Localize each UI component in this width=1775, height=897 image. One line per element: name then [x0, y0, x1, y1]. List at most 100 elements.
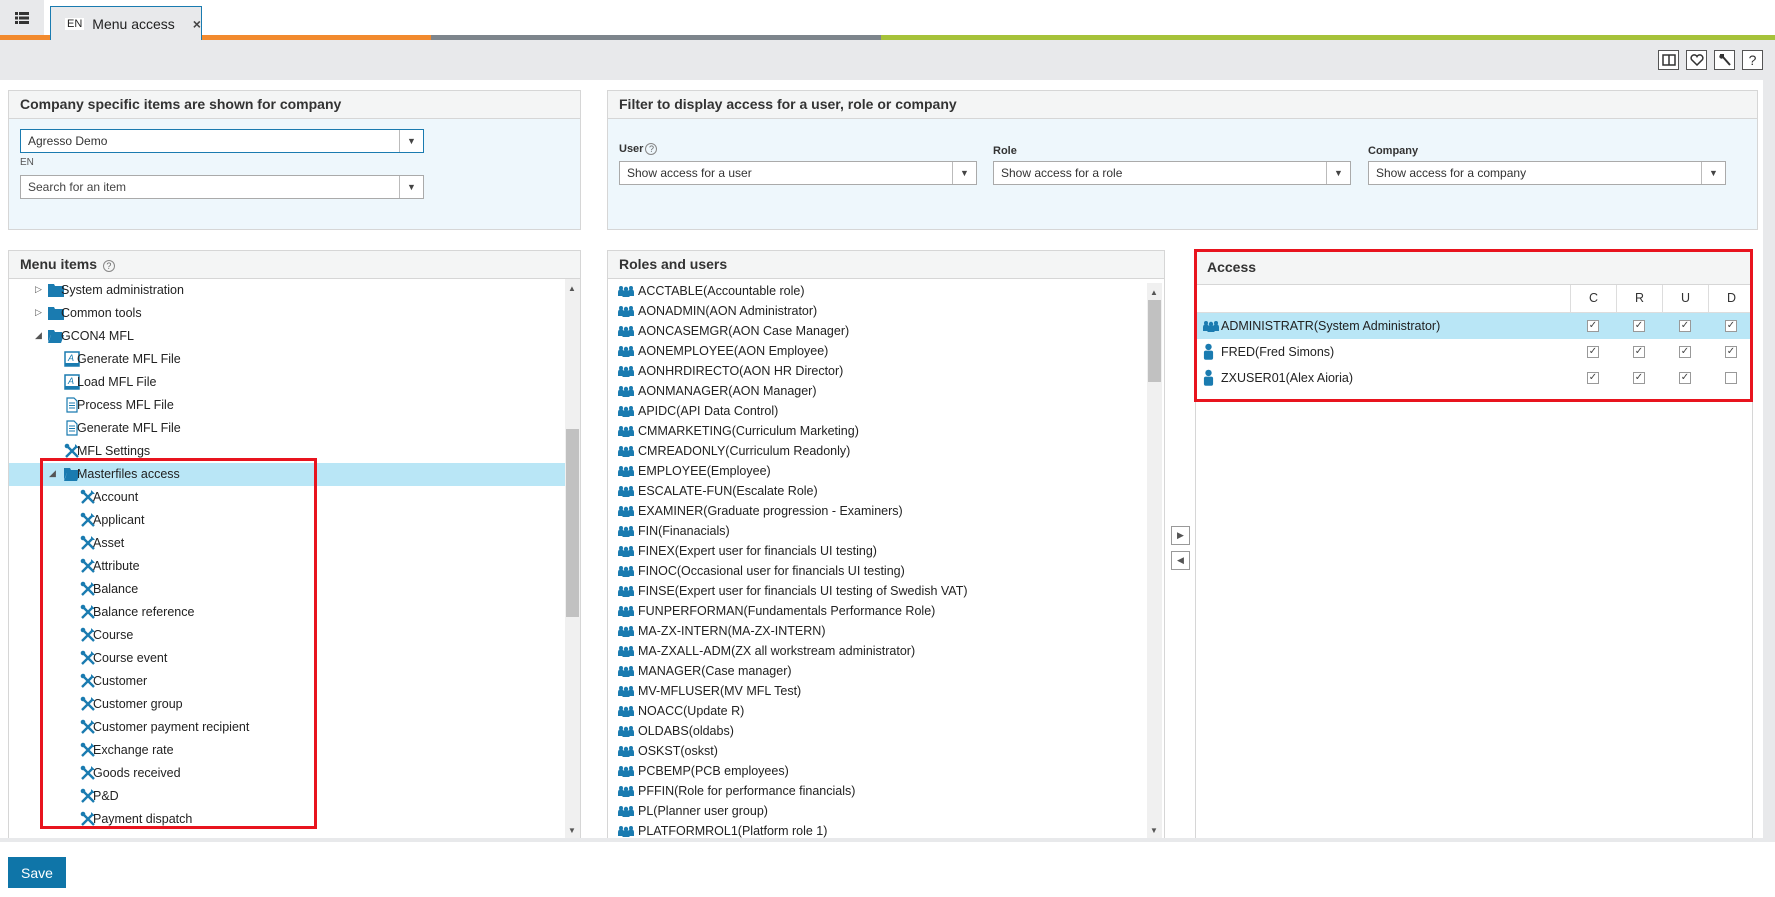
role-list-item[interactable]: NOACC(Update R) [618, 701, 744, 721]
role-list-item[interactable]: ESCALATE-FUN(Escalate Role) [618, 481, 818, 501]
role-select[interactable]: Show access for a role ▼ [993, 161, 1351, 185]
company-filter-select[interactable]: Show access for a company ▼ [1368, 161, 1726, 185]
tree-item[interactable]: A Generate MFL File [9, 348, 565, 371]
role-list-item[interactable]: FINOC(Occasional user for financials UI … [618, 561, 905, 581]
chevron-down-icon[interactable]: ▼ [399, 130, 423, 152]
roles-scrollbar[interactable]: ▲ ▼ [1147, 283, 1162, 839]
access-row[interactable]: ZXUSER01(Alex Aioria) ✓ ✓ ✓ [1197, 365, 1753, 391]
role-list-item[interactable]: FIN(Finanacials) [618, 521, 730, 541]
chevron-down-icon[interactable]: ▼ [952, 162, 976, 184]
add-access-button[interactable]: ▶ [1171, 526, 1190, 545]
tree-item[interactable]: ▷ System administration [9, 279, 565, 302]
permission-checkbox-c[interactable]: ✓ [1587, 320, 1599, 332]
tree-item[interactable]: Balance [9, 578, 565, 601]
permission-checkbox-d[interactable] [1725, 372, 1737, 384]
role-list-item[interactable]: APIDC(API Data Control) [618, 401, 778, 421]
tree-item[interactable]: Attribute [9, 555, 565, 578]
role-list-item[interactable]: CMMARKETING(Curriculum Marketing) [618, 421, 859, 441]
role-list-item[interactable]: OSKST(oskst) [618, 741, 718, 761]
help-button[interactable]: ? [1742, 50, 1763, 70]
chevron-down-icon[interactable]: ▼ [399, 176, 423, 198]
access-row[interactable]: FRED(Fred Simons) ✓ ✓ ✓ ✓ [1197, 339, 1753, 365]
tree-item[interactable]: A Load MFL File [9, 371, 565, 394]
tree-item[interactable]: Goods received [9, 762, 565, 785]
role-list-item[interactable]: PFFIN(Role for performance financials) [618, 781, 855, 801]
tree-item[interactable]: MFL Settings [9, 440, 565, 463]
close-icon[interactable]: × [193, 16, 201, 32]
main-menu-button[interactable] [0, 0, 44, 35]
role-list-item[interactable]: MV-MFLUSER(MV MFL Test) [618, 681, 801, 701]
tree-item[interactable]: Balance reference [9, 601, 565, 624]
user-select[interactable]: Show access for a user ▼ [619, 161, 977, 185]
permission-checkbox-c[interactable]: ✓ [1587, 346, 1599, 358]
expanded-triangle-icon[interactable]: ◢ [49, 468, 56, 479]
tree-item[interactable]: Generate MFL File [9, 417, 565, 440]
collapsed-triangle-icon[interactable]: ▷ [35, 307, 42, 318]
permission-checkbox-u[interactable]: ✓ [1679, 320, 1691, 332]
remove-access-button[interactable]: ◀ [1171, 551, 1190, 570]
permission-checkbox-c[interactable]: ✓ [1587, 372, 1599, 384]
permission-checkbox-r[interactable]: ✓ [1633, 346, 1645, 358]
role-list-item[interactable]: EXAMINER(Graduate progression - Examiner… [618, 501, 903, 521]
role-list-item[interactable]: OLDABS(oldabs) [618, 721, 734, 741]
collapsed-triangle-icon[interactable]: ▷ [35, 284, 42, 295]
scroll-down-icon[interactable]: ▼ [568, 826, 576, 835]
permission-checkbox-d[interactable]: ✓ [1725, 346, 1737, 358]
permission-checkbox-d[interactable]: ✓ [1725, 320, 1737, 332]
tree-item[interactable]: Exchange rate [9, 739, 565, 762]
role-list-item[interactable]: FINEX(Expert user for financials UI test… [618, 541, 877, 561]
tree-item[interactable]: ▷ Common tools [9, 302, 565, 325]
permission-checkbox-u[interactable]: ✓ [1679, 372, 1691, 384]
favorite-button[interactable] [1686, 50, 1707, 70]
role-list-item[interactable]: AONCASEMGR(AON Case Manager) [618, 321, 849, 341]
settings-button[interactable] [1714, 50, 1735, 70]
chevron-down-icon[interactable]: ▼ [1326, 162, 1350, 184]
company-select[interactable]: Agresso Demo ▼ [20, 129, 424, 153]
role-list-item[interactable]: AONADMIN(AON Administrator) [618, 301, 817, 321]
save-button[interactable]: Save [8, 857, 66, 888]
tree-item[interactable]: Course event [9, 647, 565, 670]
role-list-item[interactable]: PCBEMP(PCB employees) [618, 761, 789, 781]
role-list-item[interactable]: AONMANAGER(AON Manager) [618, 381, 817, 401]
role-list-item[interactable]: MANAGER(Case manager) [618, 661, 792, 681]
split-view-button[interactable] [1658, 50, 1679, 70]
expanded-triangle-icon[interactable]: ◢ [35, 330, 42, 341]
scrollbar-thumb[interactable] [1148, 300, 1161, 382]
tree-item[interactable]: Applicant [9, 509, 565, 532]
role-list-item[interactable]: AONHRDIRECTO(AON HR Director) [618, 361, 843, 381]
help-icon[interactable]: ? [645, 143, 658, 155]
tree-item[interactable]: Process MFL File [9, 394, 565, 417]
tree-item[interactable]: Account [9, 486, 565, 509]
scrollbar-thumb[interactable] [566, 429, 579, 617]
role-list-item[interactable]: AONEMPLOYEE(AON Employee) [618, 341, 828, 361]
role-list-item[interactable]: FINSE(Expert user for financials UI test… [618, 581, 968, 601]
scroll-down-icon[interactable]: ▼ [1150, 826, 1158, 835]
chevron-down-icon[interactable]: ▼ [1701, 162, 1725, 184]
role-list-item[interactable]: MA-ZX-INTERN(MA-ZX-INTERN) [618, 621, 825, 641]
tab-menu-access[interactable]: EN Menu access × [50, 6, 202, 40]
tree-item[interactable]: Course [9, 624, 565, 647]
tree-item[interactable]: ◢ Masterfiles access [9, 463, 565, 486]
role-list-item[interactable]: EMPLOYEE(Employee) [618, 461, 771, 481]
role-list-item[interactable]: PL(Planner user group) [618, 801, 768, 821]
scroll-up-icon[interactable]: ▲ [568, 284, 576, 293]
access-row[interactable]: ADMINISTRATR(System Administrator) ✓ ✓ ✓ ✓ [1197, 313, 1753, 339]
help-icon[interactable]: ? [102, 260, 115, 272]
role-list-item[interactable]: ACCTABLE(Accountable role) [618, 281, 805, 301]
permission-checkbox-u[interactable]: ✓ [1679, 346, 1691, 358]
tree-item[interactable]: Payment dispatch [9, 808, 565, 831]
tree-item[interactable]: Asset [9, 532, 565, 555]
role-list-item[interactable]: FUNPERFORMAN(Fundamentals Performance Ro… [618, 601, 935, 621]
role-list-item[interactable]: MA-ZXALL-ADM(ZX all workstream administr… [618, 641, 915, 661]
tree-item[interactable]: Customer [9, 670, 565, 693]
tree-item[interactable]: Customer payment recipient [9, 716, 565, 739]
role-list-item[interactable]: CMREADONLY(Curriculum Readonly) [618, 441, 850, 461]
tree-item[interactable]: Customer group [9, 693, 565, 716]
permission-checkbox-r[interactable]: ✓ [1633, 372, 1645, 384]
tree-item[interactable]: ◢ GCON4 MFL [9, 325, 565, 348]
scroll-up-icon[interactable]: ▲ [1150, 288, 1158, 297]
menu-tree-scrollbar[interactable]: ▲ ▼ [565, 279, 580, 839]
search-item-input[interactable]: Search for an item ▼ [20, 175, 424, 199]
tree-item[interactable]: P&D [9, 785, 565, 808]
permission-checkbox-r[interactable]: ✓ [1633, 320, 1645, 332]
